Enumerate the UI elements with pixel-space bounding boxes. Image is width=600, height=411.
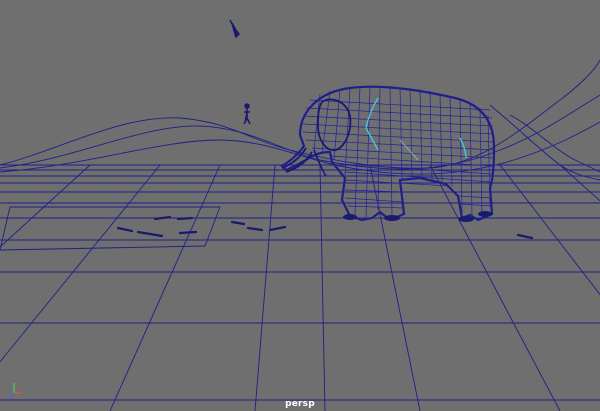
z-axis-line bbox=[9, 392, 15, 398]
axis-gizmo-icon bbox=[8, 373, 34, 399]
scene-canvas[interactable] bbox=[0, 0, 600, 411]
camera-name-label: persp bbox=[285, 399, 315, 409]
persp-viewport[interactable]: persp bbox=[0, 0, 600, 411]
background-grid bbox=[0, 0, 600, 411]
